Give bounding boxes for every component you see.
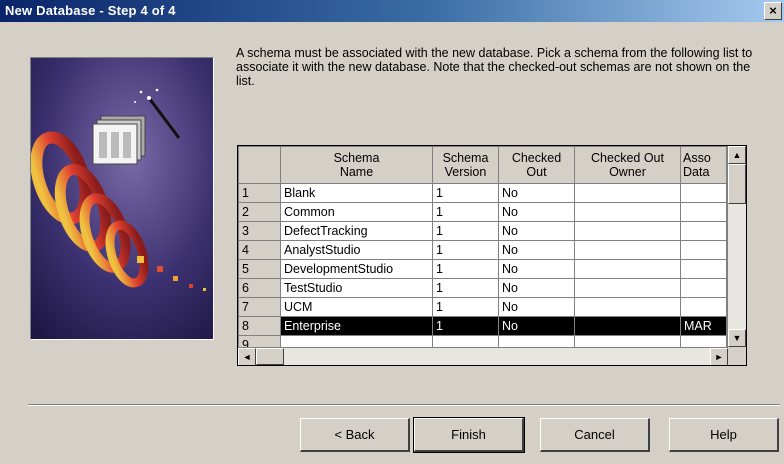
row-number[interactable]: 4	[238, 240, 281, 260]
schema-version-cell[interactable]: 1	[432, 240, 499, 260]
assoc-data-cell[interactable]	[680, 221, 727, 241]
schema-table[interactable]: Schema Name Schema Version Checked Out C…	[238, 146, 727, 355]
checked-out-cell[interactable]: No	[498, 202, 575, 222]
column-header-assoc-data[interactable]: Asso Data	[680, 146, 727, 184]
checked-out-cell[interactable]: No	[498, 240, 575, 260]
help-button[interactable]: Help	[669, 418, 779, 452]
vertical-scroll-thumb[interactable]	[728, 164, 746, 204]
row-header-corner	[238, 146, 281, 184]
table-row[interactable]: 6 TestStudio 1 No	[238, 278, 727, 298]
owner-cell[interactable]	[574, 259, 681, 279]
column-header-checked-out-owner[interactable]: Checked Out Owner	[574, 146, 681, 184]
column-header-checked-out[interactable]: Checked Out	[498, 146, 575, 184]
assoc-data-cell[interactable]	[680, 240, 727, 260]
wizard-illustration-graphic	[31, 58, 213, 339]
checked-out-cell[interactable]: No	[498, 297, 575, 317]
table-row[interactable]: 5 DevelopmentStudio 1 No	[238, 259, 727, 279]
checked-out-cell[interactable]: No	[498, 278, 575, 298]
scrollbar-corner	[728, 347, 746, 365]
vertical-scrollbar[interactable]: ▲ ▼	[727, 146, 746, 347]
horizontal-scrollbar[interactable]: ◄ ►	[238, 347, 728, 365]
checked-out-cell[interactable]: No	[498, 221, 575, 241]
checked-out-cell[interactable]: No	[498, 183, 575, 203]
owner-cell[interactable]	[574, 278, 681, 298]
assoc-data-cell[interactable]	[680, 183, 727, 203]
owner-cell[interactable]	[574, 297, 681, 317]
assoc-data-cell[interactable]	[680, 259, 727, 279]
owner-cell[interactable]	[574, 240, 681, 260]
scroll-down-icon[interactable]: ▼	[728, 329, 746, 347]
title-bar[interactable]: New Database - Step 4 of 4 ×	[0, 0, 784, 22]
window-title: New Database - Step 4 of 4	[5, 3, 176, 18]
horizontal-scroll-thumb[interactable]	[256, 348, 284, 365]
schema-name-cell[interactable]: DefectTracking	[280, 221, 433, 241]
table-row[interactable]: 8 Enterprise 1 No MAR	[238, 316, 727, 336]
owner-cell[interactable]	[574, 183, 681, 203]
row-number[interactable]: 3	[238, 221, 281, 241]
checked-out-cell[interactable]: No	[498, 316, 575, 336]
scroll-up-icon[interactable]: ▲	[728, 146, 746, 164]
row-number[interactable]: 8	[238, 316, 281, 336]
row-number[interactable]: 5	[238, 259, 281, 279]
wizard-illustration	[30, 57, 214, 340]
assoc-data-cell[interactable]	[680, 202, 727, 222]
table-row[interactable]: 2 Common 1 No	[238, 202, 727, 222]
schema-version-cell[interactable]: 1	[432, 183, 499, 203]
schema-grid[interactable]: Schema Name Schema Version Checked Out C…	[237, 145, 747, 366]
checked-out-cell[interactable]: No	[498, 259, 575, 279]
column-header-schema-version[interactable]: Schema Version	[432, 146, 499, 184]
assoc-data-cell[interactable]	[680, 297, 727, 317]
schema-version-cell[interactable]: 1	[432, 221, 499, 241]
schema-version-cell[interactable]: 1	[432, 278, 499, 298]
schema-name-cell[interactable]: Common	[280, 202, 433, 222]
table-row[interactable]: 3 DefectTracking 1 No	[238, 221, 727, 241]
table-row[interactable]: 1 Blank 1 No	[238, 183, 727, 203]
schema-version-cell[interactable]: 1	[432, 259, 499, 279]
owner-cell[interactable]	[574, 202, 681, 222]
instructions-text: A schema must be associated with the new…	[236, 46, 753, 88]
row-number[interactable]: 7	[238, 297, 281, 317]
close-icon[interactable]: ×	[764, 2, 782, 20]
schema-name-cell[interactable]: DevelopmentStudio	[280, 259, 433, 279]
assoc-data-cell[interactable]: MAR	[680, 316, 727, 336]
grid-header-row: Schema Name Schema Version Checked Out C…	[238, 146, 727, 184]
scroll-left-icon[interactable]: ◄	[238, 348, 256, 365]
schema-name-cell[interactable]: TestStudio	[280, 278, 433, 298]
owner-cell[interactable]	[574, 221, 681, 241]
back-button[interactable]: < Back	[300, 418, 410, 452]
separator-line	[28, 404, 780, 406]
table-row[interactable]: 4 AnalystStudio 1 No	[238, 240, 727, 260]
schema-version-cell[interactable]: 1	[432, 202, 499, 222]
schema-name-cell[interactable]: UCM	[280, 297, 433, 317]
cancel-button[interactable]: Cancel	[540, 418, 650, 452]
table-row[interactable]: 7 UCM 1 No	[238, 297, 727, 317]
owner-cell[interactable]	[574, 316, 681, 336]
assoc-data-cell[interactable]	[680, 278, 727, 298]
schema-name-cell[interactable]: Enterprise	[280, 316, 433, 336]
schema-name-cell[interactable]: AnalystStudio	[280, 240, 433, 260]
row-number[interactable]: 1	[238, 183, 281, 203]
finish-button[interactable]: Finish	[413, 417, 525, 453]
schema-version-cell[interactable]: 1	[432, 316, 499, 336]
schema-name-cell[interactable]: Blank	[280, 183, 433, 203]
schema-version-cell[interactable]: 1	[432, 297, 499, 317]
row-number[interactable]: 6	[238, 278, 281, 298]
column-header-schema-name[interactable]: Schema Name	[280, 146, 433, 184]
row-number[interactable]: 2	[238, 202, 281, 222]
scroll-right-icon[interactable]: ►	[710, 348, 728, 365]
